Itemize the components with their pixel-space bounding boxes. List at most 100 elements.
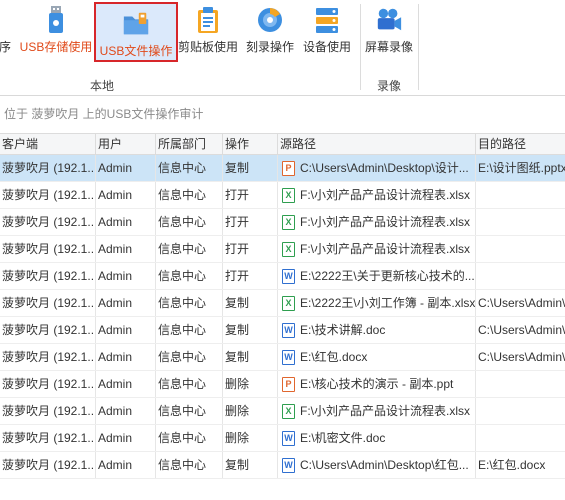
column-header-destination-path[interactable]: 目的路径 <box>476 134 565 154</box>
source-path-text: F:\小刘产品产品设计流程表.xlsx <box>300 404 470 418</box>
cell-dst: C:\Users\Admin\ <box>478 350 565 364</box>
table-row[interactable]: 菠萝吹月 (192.1... Admin 信息中心 复制 P C:\Users\Admin… <box>0 155 565 182</box>
cell-user: Admin <box>96 236 156 262</box>
cell-dept: 信息中心 <box>156 182 223 208</box>
group-label-recording: 录像 <box>377 79 402 93</box>
source-path-text: E:\红包.docx <box>300 350 368 364</box>
ribbon-partial-button[interactable]: 序 <box>0 0 14 62</box>
cell-src: X E:\2222王\小刘工作簿 - 副本.xlsx <box>278 290 476 316</box>
cell-client: 菠萝吹月 (192.1... <box>0 236 96 262</box>
xls-file-icon: X <box>282 296 295 311</box>
table-row[interactable]: 菠萝吹月 (192.1... Admin 信息中心 打开 X F:\小刘产品产品设计流程表… <box>0 236 565 263</box>
clipboard-icon <box>194 6 222 34</box>
cell-op: 复制 <box>223 344 278 370</box>
cell-dept: 信息中心 <box>156 317 223 343</box>
ppt-file-icon: P <box>282 377 295 392</box>
cell-client: 菠萝吹月 (192.1... <box>0 290 96 316</box>
column-header-source-path[interactable]: 源路径 <box>278 134 476 154</box>
clipboard-button[interactable]: 剪贴板使用 <box>178 0 238 62</box>
source-path-text: E:\2222王\关于更新核心技术的... <box>300 269 475 283</box>
table-row[interactable]: 菠萝吹月 (192.1... Admin 信息中心 删除 P E:\核心技术的演示 - 副… <box>0 371 565 398</box>
table-row[interactable]: 菠萝吹月 (192.1... Admin 信息中心 删除 W E:\机密文件.doc <box>0 425 565 452</box>
table-row[interactable]: 菠萝吹月 (192.1... Admin 信息中心 打开 X F:\小刘产品产品设计流程表… <box>0 182 565 209</box>
group-label-local: 本地 <box>90 79 115 93</box>
xls-file-icon: X <box>282 215 295 230</box>
device-icon <box>313 6 341 34</box>
cell-src: W E:\技术讲解.doc <box>278 317 476 343</box>
source-path-text: C:\Users\Admin\Desktop\设计... <box>300 161 469 175</box>
group-separator <box>418 4 419 90</box>
table-row[interactable]: 菠萝吹月 (192.1... Admin 信息中心 删除 X F:\小刘产品产品设计流程表… <box>0 398 565 425</box>
usb-file-operation-button[interactable]: USB文件操作 <box>94 2 178 62</box>
cell-op: 打开 <box>223 182 278 208</box>
cell-user: Admin <box>96 290 156 316</box>
table-row[interactable]: 菠萝吹月 (192.1... Admin 信息中心 打开 X F:\小刘产品产品设计流程表… <box>0 209 565 236</box>
cell-src: W E:\红包.docx <box>278 344 476 370</box>
cell-dst <box>476 425 565 451</box>
table-row[interactable]: 菠萝吹月 (192.1... Admin 信息中心 复制 W E:\红包.docx C:\U… <box>0 344 565 371</box>
burn-operation-button[interactable]: 刻录操作 <box>242 0 298 62</box>
source-path-text: E:\2222王\小刘工作簿 - 副本.xlsx <box>300 296 476 310</box>
xls-file-icon: X <box>282 188 295 203</box>
cell-dst: C:\Users\Admin\ <box>478 296 565 310</box>
cell-src: W E:\2222王\关于更新核心技术的... <box>278 263 476 289</box>
cell-dst: E:\红包.docx <box>478 458 546 472</box>
cell-user: Admin <box>96 317 156 343</box>
cell-user: Admin <box>96 425 156 451</box>
cell-client: 菠萝吹月 (192.1... <box>0 317 96 343</box>
cell-dept: 信息中心 <box>156 371 223 397</box>
cell-client: 菠萝吹月 (192.1... <box>0 452 96 478</box>
xls-file-icon: X <box>282 242 295 257</box>
xls-file-icon: X <box>282 404 295 419</box>
cell-user: Admin <box>96 371 156 397</box>
cell-client: 菠萝吹月 (192.1... <box>0 155 96 181</box>
cell-src: X F:\小刘产品产品设计流程表.xlsx <box>278 209 476 235</box>
source-path-text: E:\核心技术的演示 - 副本.ppt <box>300 377 454 391</box>
usb-storage-button[interactable]: USB存储使用 <box>20 0 92 62</box>
cell-dst <box>476 371 565 397</box>
group-separator <box>360 4 361 90</box>
column-header-user[interactable]: 用户 <box>96 134 156 154</box>
cell-dst <box>476 182 565 208</box>
screen-record-button[interactable]: 屏幕录像 <box>364 0 414 62</box>
cell-src: P E:\核心技术的演示 - 副本.ppt <box>278 371 476 397</box>
ribbon-toolbar: 序 USB存储使用 USB文件操作 剪贴板使用 刻录操作 设备使用 屏幕录像 本… <box>0 0 565 96</box>
disc-icon <box>256 6 284 34</box>
cell-user: Admin <box>96 155 156 181</box>
table-row[interactable]: 菠萝吹月 (192.1... Admin 信息中心 复制 W E:\技术讲解.doc C:\… <box>0 317 565 344</box>
device-usage-button[interactable]: 设备使用 <box>300 0 354 62</box>
cell-src: P C:\Users\Admin\Desktop\设计... <box>278 155 476 181</box>
cell-dst <box>476 398 565 424</box>
cell-user: Admin <box>96 344 156 370</box>
cell-src: X F:\小刘产品产品设计流程表.xlsx <box>278 236 476 262</box>
cell-op: 复制 <box>223 290 278 316</box>
cell-dst: C:\Users\Admin\ <box>478 323 565 337</box>
cell-dept: 信息中心 <box>156 452 223 478</box>
breadcrumb: 位于 菠萝吹月 上的USB文件操作审计 <box>4 107 204 121</box>
cell-op: 打开 <box>223 209 278 235</box>
cell-client: 菠萝吹月 (192.1... <box>0 209 96 235</box>
cell-user: Admin <box>96 209 156 235</box>
column-header-department[interactable]: 所属部门 <box>156 134 223 154</box>
table-row[interactable]: 菠萝吹月 (192.1... Admin 信息中心 打开 W E:\2222王\关于更新核… <box>0 263 565 290</box>
cell-user: Admin <box>96 263 156 289</box>
usb-storage-icon <box>42 6 70 34</box>
column-header-operation[interactable]: 操作 <box>223 134 278 154</box>
source-path-text: F:\小刘产品产品设计流程表.xlsx <box>300 188 470 202</box>
table-row[interactable]: 菠萝吹月 (192.1... Admin 信息中心 复制 W C:\Users\Admin… <box>0 452 565 479</box>
source-path-text: F:\小刘产品产品设计流程表.xlsx <box>300 215 470 229</box>
cell-op: 删除 <box>223 398 278 424</box>
cell-client: 菠萝吹月 (192.1... <box>0 398 96 424</box>
cell-user: Admin <box>96 182 156 208</box>
source-path-text: E:\机密文件.doc <box>300 431 386 445</box>
cell-op: 复制 <box>223 317 278 343</box>
doc-file-icon: W <box>282 269 295 284</box>
cell-dst <box>476 263 565 289</box>
cell-dst <box>476 209 565 235</box>
column-header-client[interactable]: 客户端 <box>0 134 96 154</box>
table-row[interactable]: 菠萝吹月 (192.1... Admin 信息中心 复制 X E:\2222王\小刘工作簿… <box>0 290 565 317</box>
doc-file-icon: W <box>282 350 295 365</box>
cell-dept: 信息中心 <box>156 398 223 424</box>
cell-client: 菠萝吹月 (192.1... <box>0 182 96 208</box>
cell-dept: 信息中心 <box>156 425 223 451</box>
